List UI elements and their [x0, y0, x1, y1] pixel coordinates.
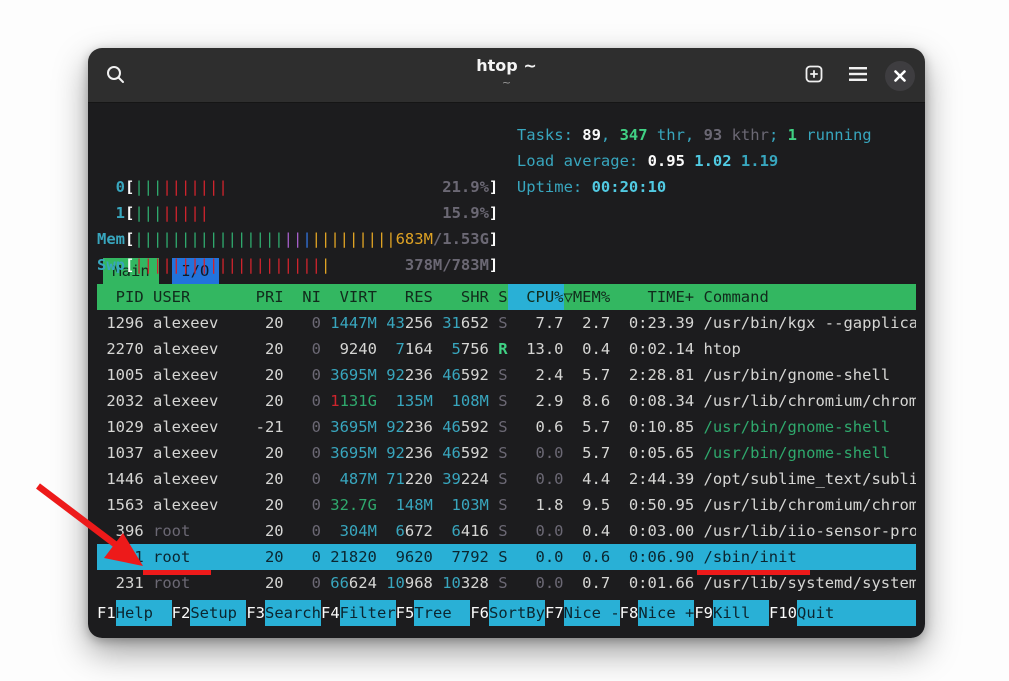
tasks-line: Tasks: 89, 347 thr, 93 kthr; 1 running: [517, 122, 872, 148]
search-icon: [105, 64, 126, 89]
meter-value: 683M/1.53G: [396, 226, 489, 252]
meter-value: 21.9%: [442, 174, 489, 200]
fnkey-f2[interactable]: F2Setup: [172, 600, 247, 626]
menu-button[interactable]: [843, 61, 873, 91]
fnkey-f3[interactable]: F3Search: [246, 600, 321, 626]
tasks-load-uptime-summary: Tasks: 89, 347 thr, 93 kthr; 1 runningLo…: [517, 122, 872, 200]
meter-1: 1[||||||||15.9%]: [97, 200, 916, 226]
titlebar[interactable]: htop ~ ~: [88, 48, 925, 103]
process-row-396[interactable]: 396root200304M66726416S0.00.40:03.00/usr…: [97, 518, 916, 544]
meter-bars: |||||||||||||||||||||378M/783M: [134, 252, 489, 278]
fnkey-f7[interactable]: F7Nice -: [545, 600, 620, 626]
meter-swp: Swp[|||||||||||||||||||||378M/783M]: [97, 252, 916, 278]
function-key-bar: F1HelpF2SetupF3SearchF4FilterF5TreeF6Sor…: [97, 600, 916, 626]
process-row-1[interactable]: 1root2002182096207792S0.00.60:06.90/sbin…: [97, 544, 916, 570]
htop-terminal[interactable]: 0[||||||||||21.9%]1[||||||||15.9%]Mem[||…: [88, 103, 925, 638]
fnkey-f6[interactable]: F6SortBy: [470, 600, 545, 626]
meter-value: 378M/783M: [405, 252, 489, 278]
fnkey-f4[interactable]: F4Filter: [321, 600, 396, 626]
meter-label: Mem: [97, 226, 125, 252]
new-tab-icon: [804, 64, 824, 88]
terminal-window: htop ~ ~ 0[||||||||||21.9%]1[|: [88, 48, 925, 638]
meter-mem: Mem[||||||||||||||||||||||||||||683M/1.5…: [97, 226, 916, 252]
fnkey-f9[interactable]: F9Kill: [694, 600, 769, 626]
hamburger-icon: [849, 66, 867, 86]
fnkey-f5[interactable]: F5Tree: [396, 600, 471, 626]
process-row-1446[interactable]: 1446alexeev200487M7122039224S0.04.42:44.…: [97, 466, 916, 492]
desktop: htop ~ ~ 0[||||||||||21.9%]1[|: [0, 0, 1009, 681]
uptime-line: Uptime: 00:20:10: [517, 174, 872, 200]
meter-bars: ||||||||||||||||||||||||||||683M/1.53G: [134, 226, 489, 252]
process-row-1005[interactable]: 1005alexeev2003695M9223646592S2.45.72:28…: [97, 362, 916, 388]
load-average-line: Load average: 0.95 1.02 1.19: [517, 148, 872, 174]
meter-bars: ||||||||15.9%: [134, 200, 489, 226]
window-title-group: htop ~ ~: [476, 56, 536, 89]
close-button[interactable]: [885, 61, 915, 91]
window-title: htop ~: [476, 56, 536, 76]
process-row-2032[interactable]: 2032alexeev2001131G135M108MS2.98.60:08.3…: [97, 388, 916, 414]
process-row-1037[interactable]: 1037alexeev2003695M9223646592S0.05.70:05…: [97, 440, 916, 466]
fnkey-f8[interactable]: F8Nice +: [620, 600, 695, 626]
fnkey-f1[interactable]: F1Help: [97, 600, 172, 626]
search-button[interactable]: [100, 61, 130, 91]
htop-header-section: 0[||||||||||21.9%]1[||||||||15.9%]Mem[||…: [97, 122, 916, 226]
meter-label: 1: [97, 200, 125, 226]
process-row-1563[interactable]: 1563alexeev20032.7G148M103MS1.89.50:50.9…: [97, 492, 916, 518]
process-row-231[interactable]: 231root200666241096810328S0.00.70:01.66/…: [97, 570, 916, 596]
window-subtitle: ~: [476, 76, 536, 89]
close-icon: [894, 67, 906, 86]
meter-bars: ||||||||||21.9%: [134, 174, 489, 200]
fnkey-f10[interactable]: F10Quit: [769, 600, 916, 626]
meter-label: Swp: [97, 252, 125, 278]
meter-value: 15.9%: [442, 200, 489, 226]
new-tab-button[interactable]: [799, 61, 829, 91]
meter-label: 0: [97, 174, 125, 200]
process-row-1029[interactable]: 1029alexeev-2103695M9223646592S0.65.70:1…: [97, 414, 916, 440]
